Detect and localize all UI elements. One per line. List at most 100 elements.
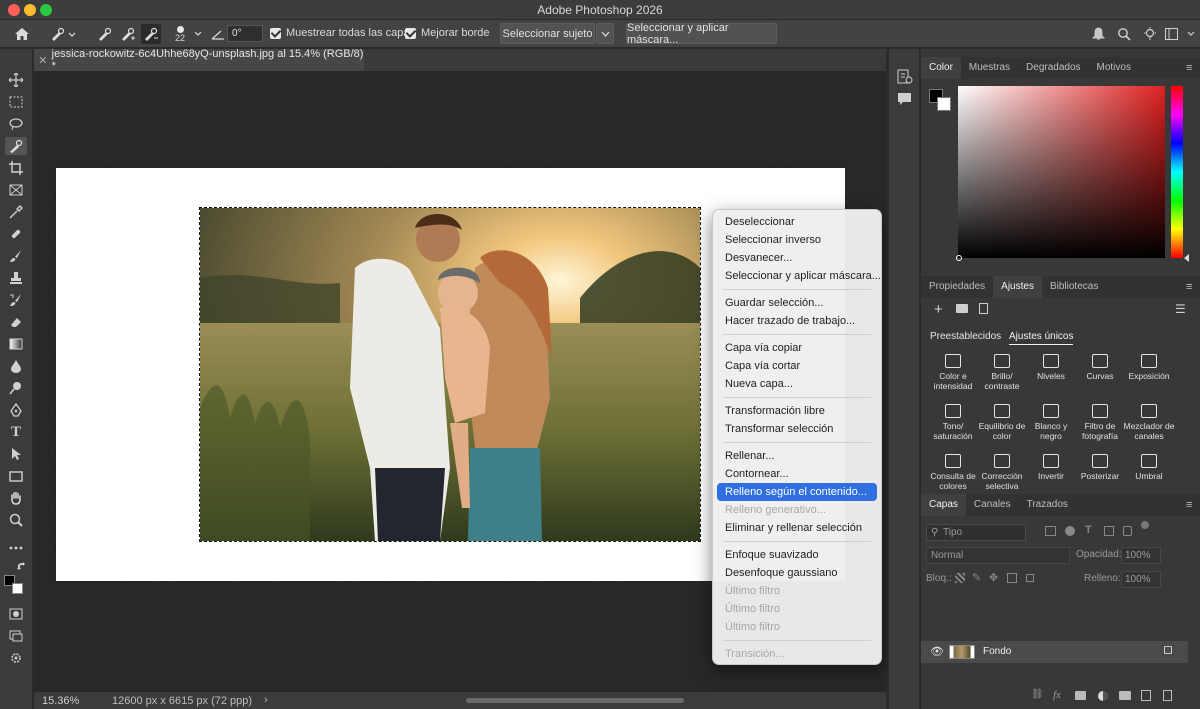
- menu-item[interactable]: Capa vía copiar: [717, 339, 877, 357]
- horizontal-scrollbar[interactable]: [466, 698, 684, 703]
- menu-item[interactable]: Nueva capa...: [717, 375, 877, 393]
- adjustment-item[interactable]: Invertir: [1025, 454, 1077, 481]
- history-panel-icon[interactable]: [897, 69, 913, 85]
- document-tab[interactable]: ✕ jessica-rockowitz-6c4Uhhe68yQ-unsplash…: [34, 48, 364, 72]
- fill-input[interactable]: 100%: [1121, 571, 1161, 588]
- background-color-chip[interactable]: [937, 97, 951, 111]
- adjustment-item[interactable]: Tono/ saturación: [927, 404, 979, 441]
- menu-item[interactable]: Desenfoque gaussiano: [717, 564, 877, 582]
- adjustment-item[interactable]: Blanco y negro: [1025, 404, 1077, 441]
- home-icon[interactable]: [12, 24, 32, 44]
- tab-swatches[interactable]: Muestras: [961, 57, 1018, 79]
- color-picker-handle[interactable]: [956, 255, 962, 261]
- comments-panel-icon[interactable]: [897, 91, 913, 107]
- pixel-filter-icon[interactable]: [1045, 526, 1056, 536]
- artboard-settings-icon[interactable]: [5, 649, 27, 667]
- photo-layer-image[interactable]: [199, 207, 701, 542]
- opacity-input[interactable]: 100%: [1121, 547, 1161, 564]
- lock-all-icon[interactable]: [1026, 574, 1034, 582]
- filter-toggle-icon[interactable]: [1141, 521, 1149, 529]
- layer-row[interactable]: 👁 Fondo: [921, 641, 1188, 663]
- brush-size-picker[interactable]: 22: [170, 24, 190, 44]
- type-filter-icon[interactable]: T: [1085, 524, 1092, 536]
- tab-presets[interactable]: Preestablecidos: [930, 331, 1001, 342]
- tab-paths[interactable]: Trazados: [1019, 494, 1076, 516]
- workspace-icon[interactable]: [1164, 24, 1178, 44]
- eyedropper-tool-icon[interactable]: [5, 203, 27, 221]
- lock-transparent-icon[interactable]: [955, 573, 965, 583]
- menu-item[interactable]: Capa vía cortar: [717, 357, 877, 375]
- select-subject-dropdown[interactable]: [596, 23, 614, 44]
- menu-item[interactable]: Relleno según el contenido...: [717, 483, 877, 501]
- marquee-tool-icon[interactable]: [5, 93, 27, 111]
- enhance-edge-checkbox[interactable]: [405, 28, 416, 39]
- tab-patterns[interactable]: Motivos: [1089, 57, 1139, 79]
- new-adjustment-layer-icon[interactable]: [1098, 691, 1108, 701]
- lasso-tool-icon[interactable]: [5, 115, 27, 133]
- frame-tool-icon[interactable]: [5, 181, 27, 199]
- menu-item[interactable]: Transformar selección: [717, 420, 877, 438]
- zoom-tool-icon[interactable]: [5, 511, 27, 529]
- adjustment-item[interactable]: Brillo/ contraste: [976, 354, 1028, 391]
- adjustment-item[interactable]: Equilibrio de color: [976, 404, 1028, 441]
- adjustment-item[interactable]: Mezclador de canales: [1123, 404, 1175, 441]
- gradient-tool-icon[interactable]: [5, 335, 27, 353]
- more-tools-icon[interactable]: [5, 539, 27, 557]
- trash-icon[interactable]: [979, 303, 988, 314]
- fx-icon[interactable]: fx: [1053, 689, 1061, 701]
- add-mask-icon[interactable]: [1075, 691, 1086, 700]
- menu-item[interactable]: Contornear...: [717, 465, 877, 483]
- new-selection-brush-icon[interactable]: [96, 24, 114, 44]
- hue-slider-handle[interactable]: [1184, 254, 1189, 262]
- new-layer-icon[interactable]: [1141, 690, 1151, 701]
- add-selection-brush-icon[interactable]: [119, 24, 137, 44]
- select-subject-button[interactable]: Seleccionar sujeto: [500, 23, 595, 44]
- zoom-level[interactable]: 15.36%: [42, 695, 79, 707]
- tab-adjustments[interactable]: Ajustes: [993, 276, 1042, 298]
- chevron-right-icon[interactable]: ›: [264, 694, 268, 706]
- rectangle-tool-icon[interactable]: [5, 467, 27, 485]
- lock-pixels-icon[interactable]: ✎: [972, 571, 981, 584]
- blend-mode-select[interactable]: Normal: [926, 547, 1070, 564]
- search-icon[interactable]: [1116, 24, 1132, 44]
- tab-gradients[interactable]: Degradados: [1018, 57, 1088, 79]
- brush-tool-icon[interactable]: [5, 247, 27, 265]
- tool-preset-picker[interactable]: [48, 24, 78, 44]
- panel-menu-icon[interactable]: ≡: [1186, 281, 1200, 293]
- menu-item[interactable]: Seleccionar inverso: [717, 231, 877, 249]
- menu-item[interactable]: Transformación libre: [717, 402, 877, 420]
- quick-selection-tool-icon[interactable]: [5, 137, 27, 155]
- hand-tool-icon[interactable]: [5, 489, 27, 507]
- chevron-down-icon[interactable]: [1184, 24, 1198, 44]
- close-tab-icon[interactable]: ✕: [34, 54, 52, 67]
- adjustment-item[interactable]: Curvas: [1074, 354, 1126, 381]
- panel-menu-icon[interactable]: ≡: [1186, 499, 1200, 511]
- menu-item[interactable]: Guardar selección...: [717, 294, 877, 312]
- adjustment-item[interactable]: Exposición: [1123, 354, 1175, 381]
- tab-libraries[interactable]: Bibliotecas: [1042, 276, 1106, 298]
- tab-properties[interactable]: Propiedades: [921, 276, 993, 298]
- stamp-tool-icon[interactable]: [5, 269, 27, 287]
- adjustment-item[interactable]: Filtro de fotografía: [1074, 404, 1126, 441]
- add-icon[interactable]: +: [934, 301, 943, 318]
- folder-icon[interactable]: [956, 304, 968, 313]
- quick-mask-icon[interactable]: [5, 605, 27, 623]
- lightbulb-icon[interactable]: [1142, 24, 1158, 44]
- panel-menu-icon[interactable]: ≡: [1186, 62, 1200, 74]
- lock-position-icon[interactable]: ✥: [989, 571, 998, 584]
- type-tool-icon[interactable]: T: [5, 423, 27, 441]
- delete-layer-icon[interactable]: [1163, 690, 1172, 701]
- shape-filter-icon[interactable]: [1104, 526, 1114, 536]
- bell-icon[interactable]: [1090, 24, 1106, 44]
- adjustment-item[interactable]: Color e intensidad: [927, 354, 979, 391]
- menu-item[interactable]: Hacer trazado de trabajo...: [717, 312, 877, 330]
- adjustment-item[interactable]: Niveles: [1025, 354, 1077, 381]
- eraser-tool-icon[interactable]: [5, 313, 27, 331]
- smart-object-filter-icon[interactable]: [1123, 526, 1132, 536]
- link-layers-icon[interactable]: ⛓: [1031, 689, 1044, 700]
- chevron-down-icon[interactable]: [192, 24, 204, 44]
- history-brush-tool-icon[interactable]: [5, 291, 27, 309]
- menu-item[interactable]: Eliminar y rellenar selección: [717, 519, 877, 537]
- select-and-mask-button[interactable]: Seleccionar y aplicar máscara...: [626, 22, 777, 46]
- menu-item[interactable]: Seleccionar y aplicar máscara...: [717, 267, 881, 285]
